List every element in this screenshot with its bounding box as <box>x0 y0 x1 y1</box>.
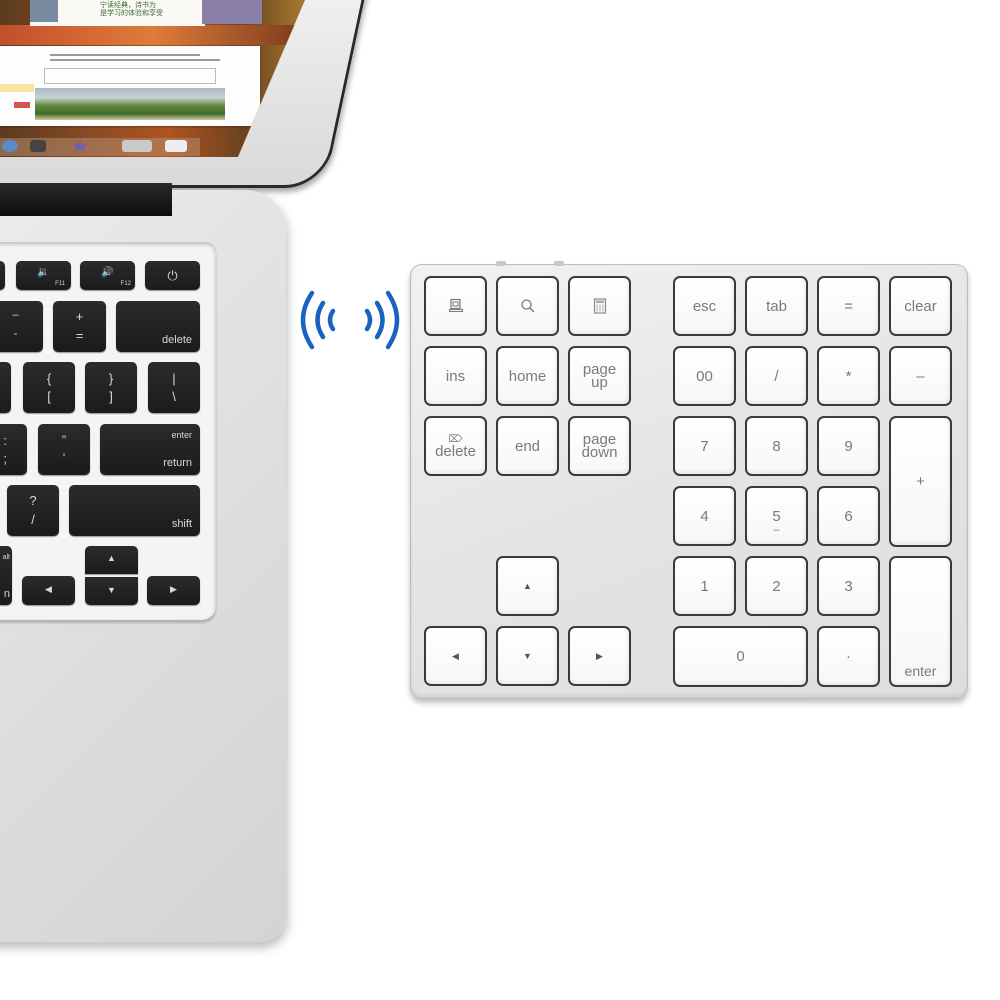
laptop-key-return[interactable]: enter return <box>100 424 200 475</box>
laptop-key-f11[interactable]: 🔉 F11 <box>16 261 71 290</box>
key-top-label: alt <box>2 554 10 561</box>
laptop-key-arrow-left[interactable]: ◀ <box>22 576 75 605</box>
laptop-keys: 🔉 F11 🔊 F12 ⏻ – - + = delete { [ } ] | \… <box>0 0 220 620</box>
key-top-label: ? <box>29 493 37 508</box>
numeric-keypad <box>410 261 968 699</box>
laptop-key-shift[interactable]: shift <box>69 485 200 536</box>
indicator-light <box>554 261 564 266</box>
key-bottom-label: - <box>13 328 18 340</box>
key-top-label: | <box>172 371 176 386</box>
key-bottom-label: \ <box>172 389 176 404</box>
laptop-key-minus[interactable]: – - <box>0 301 43 352</box>
volume-down-icon: 🔉 <box>37 267 50 278</box>
laptop-key-f12[interactable]: 🔊 F12 <box>80 261 135 290</box>
arrow-down-icon: ▼ <box>107 585 116 595</box>
wave-right-mid <box>374 300 385 340</box>
key-bottom-label: return <box>163 457 192 469</box>
arrow-right-icon: ▶ <box>170 584 177 594</box>
key-bottom-label: ] <box>109 389 113 404</box>
key-top-label: } <box>108 371 114 386</box>
laptop-key-arrow-up[interactable]: ▲ <box>85 546 138 574</box>
laptop-key-delete[interactable]: delete <box>116 301 200 352</box>
laptop-key-equals[interactable]: + = <box>53 301 106 352</box>
laptop-key-p[interactable] <box>0 362 11 413</box>
wireless-signal-icon <box>300 290 400 350</box>
laptop-key-option[interactable]: alt n <box>0 546 12 605</box>
wave-left-inner <box>327 308 336 332</box>
key-top-label: + <box>75 309 84 324</box>
wave-left-mid <box>315 300 326 340</box>
wave-right-outer <box>385 290 400 350</box>
laptop-key-f10[interactable] <box>0 261 5 290</box>
key-bottom-label: n <box>3 588 10 600</box>
laptop-key-arrow-right[interactable]: ▶ <box>147 576 200 605</box>
power-icon: ⏻ <box>167 268 178 283</box>
wave-right-inner <box>364 308 373 332</box>
laptop-key-quote[interactable]: " ' <box>38 424 90 475</box>
key-bottom-label: / <box>31 512 35 527</box>
key-top-label: – <box>12 309 19 321</box>
laptop-key-slash[interactable]: ? / <box>7 485 59 536</box>
laptop-key-semicolon[interactable]: : ; <box>0 424 27 475</box>
key-label: F12 <box>120 281 131 287</box>
laptop-key-backslash[interactable]: | \ <box>148 362 200 413</box>
power-switch[interactable] <box>496 261 506 266</box>
key-label: F11 <box>55 281 65 287</box>
key-label: delete <box>162 334 192 346</box>
volume-up-icon: 🔊 <box>101 267 114 278</box>
key-bottom-label: = <box>75 328 84 343</box>
laptop-key-power[interactable]: ⏻ <box>145 261 200 290</box>
arrow-left-icon: ◀ <box>45 584 52 594</box>
key-top-label: enter <box>171 430 192 440</box>
key-top-label: { <box>46 371 52 386</box>
arrow-up-icon: ▲ <box>107 553 116 563</box>
laptop-key-bracket-right[interactable]: } ] <box>85 362 137 413</box>
key-bottom-label: [ <box>47 389 51 404</box>
key-bottom-label: ; <box>3 451 7 466</box>
laptop-key-bracket-left[interactable]: { [ <box>23 362 75 413</box>
wave-left-outer <box>300 290 315 350</box>
key-top-label: " <box>61 433 67 447</box>
key-top-label: : <box>3 433 7 448</box>
key-label: shift <box>171 518 192 530</box>
key-bottom-label: ' <box>62 451 66 465</box>
laptop-key-arrow-down[interactable]: ▼ <box>85 577 138 605</box>
